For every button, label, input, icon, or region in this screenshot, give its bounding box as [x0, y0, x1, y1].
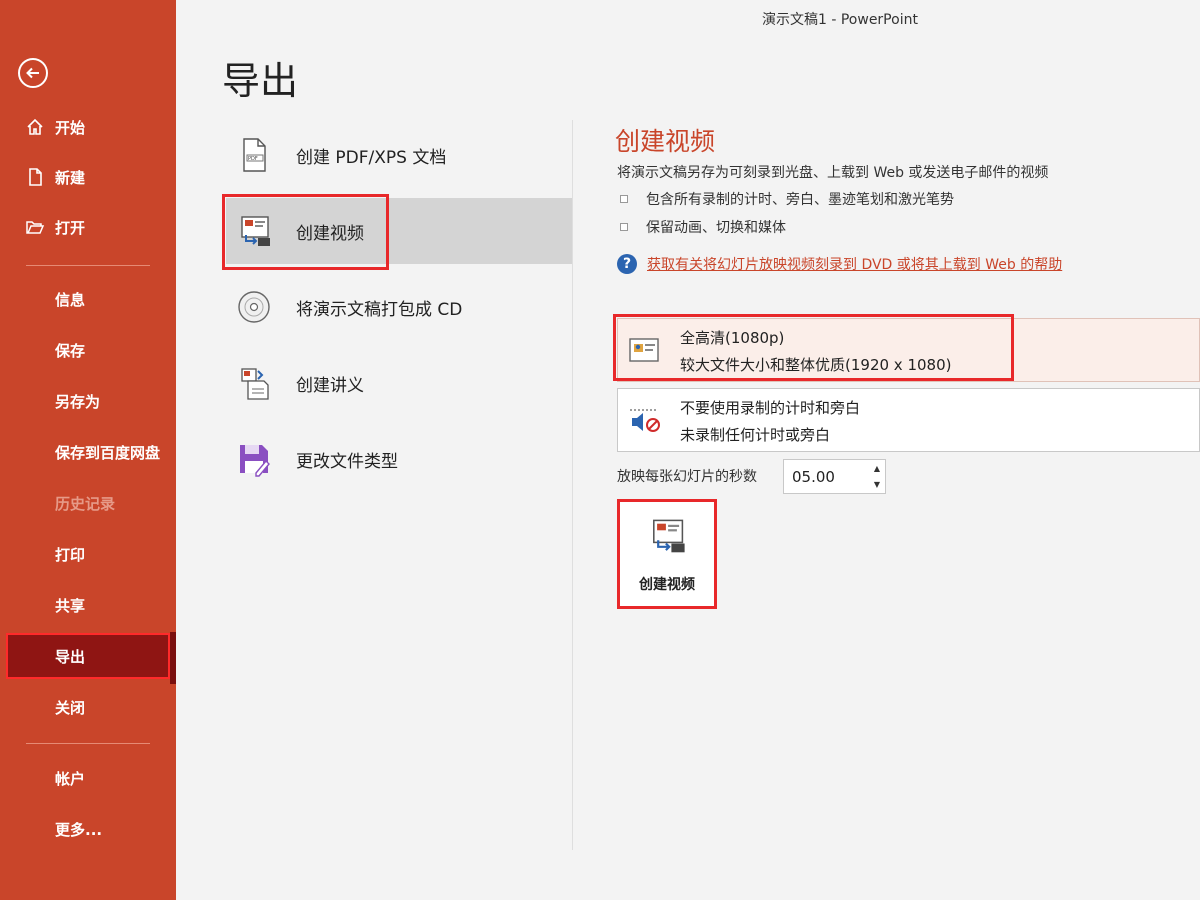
presentation-quality-icon [629, 338, 659, 362]
panel-title: 创建视频 [615, 127, 716, 156]
nav-more[interactable]: 更多... [0, 806, 176, 852]
panel-divider [572, 120, 573, 850]
create-video-button-label: 创建视频 [639, 577, 695, 593]
nav-info-label: 信息 [55, 290, 86, 309]
export-option-package-cd[interactable]: 将演示文稿打包成 CD [226, 274, 572, 340]
handout-icon [241, 368, 269, 400]
quality-title: 全高清(1080p) [680, 329, 785, 347]
export-option-label: 更改文件类型 [296, 451, 398, 472]
cd-disc-icon [238, 291, 270, 323]
nav-print-label: 打印 [55, 545, 86, 564]
nav-save-as-label: 另存为 [55, 392, 101, 411]
no-narration-icon [630, 409, 660, 432]
seconds-per-slide-input[interactable] [783, 459, 886, 494]
bullet-text: 包含所有录制的计时、旁白、墨迹笔划和激光笔势 [646, 192, 954, 208]
nav-new[interactable]: 新建 [0, 154, 176, 200]
export-option-create-video[interactable]: 创建视频 [226, 198, 572, 264]
nav-history: 历史记录 [0, 480, 176, 526]
create-video-icon [653, 519, 685, 553]
export-option-label: 创建讲义 [296, 375, 364, 396]
nav-open-label: 打开 [55, 218, 86, 237]
help-icon: ? [617, 254, 637, 274]
bullet-icon [620, 223, 628, 231]
home-icon [24, 116, 46, 138]
export-option-label: 创建视频 [296, 223, 364, 244]
save-file-type-icon [240, 445, 270, 477]
video-quality-dropdown[interactable]: 全高清(1080p) 较大文件大小和整体优质(1920 x 1080) [617, 318, 1200, 382]
panel-description: 将演示文稿另存为可刻录到光盘、上载到 Web 或发送电子邮件的视频 [617, 165, 1049, 181]
nav-new-label: 新建 [55, 168, 86, 187]
nav-save[interactable]: 保存 [0, 327, 176, 373]
bullet-item: 保留动画、切换和媒体 [620, 217, 786, 237]
export-option-label: 将演示文稿打包成 CD [296, 299, 463, 320]
bullet-icon [620, 195, 628, 203]
nav-share-label: 共享 [55, 596, 86, 615]
bullet-item: 包含所有录制的计时、旁白、墨迹笔划和激光笔势 [620, 189, 954, 209]
export-option-label: 创建 PDF/XPS 文档 [296, 147, 447, 168]
open-folder-icon [24, 216, 46, 238]
nav-close-label: 关闭 [55, 698, 86, 717]
spin-up-icon[interactable]: ▲ [872, 463, 882, 473]
spin-down-icon[interactable]: ▼ [872, 479, 882, 489]
help-link-text: 获取有关将幻灯片放映视频刻录到 DVD 或将其上载到 Web 的帮助 [647, 257, 1063, 273]
nav-open[interactable]: 打开 [0, 204, 176, 250]
sidebar-divider [26, 743, 150, 744]
export-option-pdf[interactable]: PDF 创建 PDF/XPS 文档 [226, 122, 572, 188]
page-title: 导出 [222, 59, 299, 103]
nav-export[interactable]: 导出 [6, 633, 170, 679]
create-video-button[interactable]: 创建视频 [617, 499, 717, 609]
create-video-icon [241, 216, 270, 246]
narration-title: 不要使用录制的计时和旁白 [680, 399, 861, 417]
bullet-text: 保留动画、切换和媒体 [646, 220, 786, 236]
nav-print[interactable]: 打印 [0, 531, 176, 577]
nav-save-label: 保存 [55, 341, 86, 360]
seconds-per-slide-label: 放映每张幻灯片的秒数 [617, 469, 757, 485]
nav-save-as[interactable]: 另存为 [0, 378, 176, 424]
nav-home-label: 开始 [55, 118, 86, 137]
nav-close[interactable]: 关闭 [0, 684, 176, 730]
pdf-document-icon: PDF [243, 138, 266, 172]
nav-share[interactable]: 共享 [0, 582, 176, 628]
export-option-change-file-type[interactable]: 更改文件类型 [226, 426, 572, 492]
back-button[interactable] [18, 58, 48, 88]
backstage-sidebar: 开始 新建 打开 信息 保存 另存为 保存到百度网盘 历史记录 打印 共享 导出… [0, 0, 176, 900]
nav-save-to-baidu[interactable]: 保存到百度网盘 [0, 429, 176, 475]
nav-home[interactable]: 开始 [0, 104, 176, 150]
active-nav-marker [170, 632, 176, 684]
nav-more-label: 更多... [55, 820, 103, 839]
nav-export-label: 导出 [55, 647, 86, 666]
nav-account-label: 帐户 [55, 769, 86, 788]
new-document-icon [24, 166, 46, 188]
sidebar-divider [26, 265, 150, 266]
timings-narration-dropdown[interactable]: 不要使用录制的计时和旁白 未录制任何计时或旁白 [617, 388, 1200, 452]
window-title: 演示文稿1 - PowerPoint [762, 12, 918, 28]
nav-info[interactable]: 信息 [0, 276, 176, 322]
narration-subtitle: 未录制任何计时或旁白 [680, 426, 831, 444]
quality-subtitle: 较大文件大小和整体优质(1920 x 1080) [680, 356, 952, 374]
export-option-handouts[interactable]: 创建讲义 [226, 350, 572, 416]
nav-account[interactable]: 帐户 [0, 755, 176, 801]
back-arrow-icon [26, 67, 39, 79]
svg-text:PDF: PDF [248, 156, 258, 162]
nav-history-label: 历史记录 [55, 494, 116, 513]
help-link[interactable]: ? 获取有关将幻灯片放映视频刻录到 DVD 或将其上载到 Web 的帮助 [617, 254, 1062, 274]
nav-save-to-baidu-label: 保存到百度网盘 [55, 443, 161, 462]
